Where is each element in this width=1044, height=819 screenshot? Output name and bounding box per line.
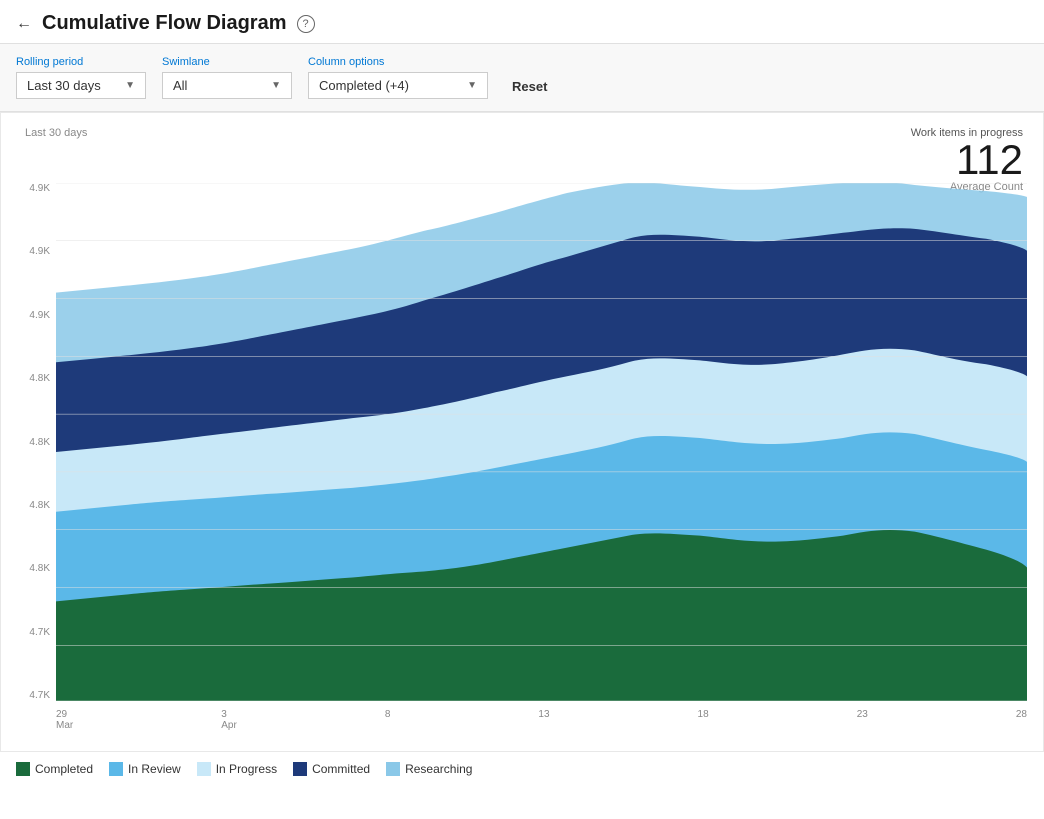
chart-period-label: Last 30 days [25,127,87,139]
in-review-swatch [109,762,123,776]
in-progress-swatch [197,762,211,776]
chart-area [56,183,1027,701]
back-button[interactable]: ← [16,15,32,33]
column-options-group: Column options Completed (+4) ▼ [308,56,488,99]
swimlane-label: Swimlane [162,56,292,68]
y-label-8: 4.7K [1,627,56,638]
completed-label: Completed [35,762,93,776]
x-axis: 29 Mar 3 Apr 8 13 18 23 28 [56,709,1027,731]
rolling-period-value: Last 30 days [27,78,101,93]
chart-stats-count: 112 [911,139,1023,181]
page-title: Cumulative Flow Diagram [42,12,287,35]
legend-committed[interactable]: Committed [293,762,370,776]
legend-researching[interactable]: Researching [386,762,472,776]
in-review-label: In Review [128,762,181,776]
rolling-period-label: Rolling period [16,56,146,68]
rolling-period-dropdown[interactable]: Last 30 days ▼ [16,72,146,99]
y-label-2: 4.9K [1,246,56,257]
committed-label: Committed [312,762,370,776]
help-icon[interactable]: ? [297,15,315,33]
swimlane-value: All [173,78,187,93]
y-label-3: 4.9K [1,310,56,321]
chart-svg [56,183,1027,701]
y-label-7: 4.8K [1,563,56,574]
x-label-29mar: 29 Mar [56,709,73,731]
legend-completed[interactable]: Completed [16,762,93,776]
legend-in-review[interactable]: In Review [109,762,181,776]
x-label-13: 13 [538,709,549,731]
y-label-5: 4.8K [1,437,56,448]
controls-bar: Rolling period Last 30 days ▼ Swimlane A… [0,44,1044,112]
legend-in-progress[interactable]: In Progress [197,762,277,776]
column-options-value: Completed (+4) [319,78,409,93]
y-label-1: 4.9K [1,183,56,194]
swimlane-dropdown[interactable]: All ▼ [162,72,292,99]
y-label-4: 4.8K [1,373,56,384]
x-label-28: 28 [1016,709,1027,731]
x-label-18: 18 [698,709,709,731]
completed-swatch [16,762,30,776]
committed-swatch [293,762,307,776]
in-progress-label: In Progress [216,762,277,776]
researching-swatch [386,762,400,776]
y-label-6: 4.8K [1,500,56,511]
column-options-label: Column options [308,56,488,68]
x-label-23: 23 [857,709,868,731]
column-options-arrow: ▼ [467,80,477,91]
x-label-8: 8 [385,709,391,731]
y-label-9: 4.7K [1,690,56,701]
reset-button[interactable]: Reset [504,75,555,98]
x-label-3apr: 3 Apr [221,709,237,731]
swimlane-arrow: ▼ [271,80,281,91]
y-axis: 4.9K 4.9K 4.9K 4.8K 4.8K 4.8K 4.8K 4.7K … [1,183,56,701]
chart-container: Last 30 days Work items in progress 112 … [0,112,1044,752]
rolling-period-group: Rolling period Last 30 days ▼ [16,56,146,99]
column-options-dropdown[interactable]: Completed (+4) ▼ [308,72,488,99]
researching-label: Researching [405,762,472,776]
chart-legend: Completed In Review In Progress Committe… [0,752,1044,786]
swimlane-group: Swimlane All ▼ [162,56,292,99]
rolling-period-arrow: ▼ [125,80,135,91]
